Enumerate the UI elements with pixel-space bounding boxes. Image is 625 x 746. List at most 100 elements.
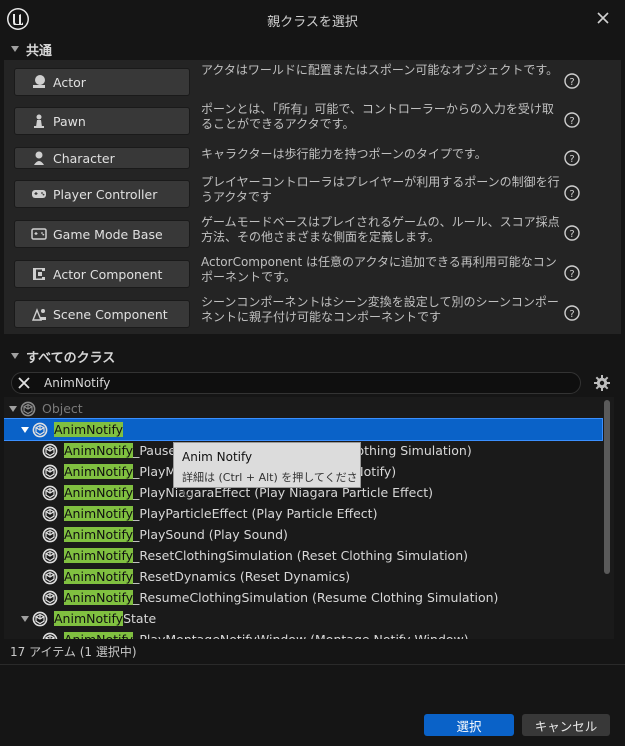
tree-row-suffix: State: [123, 611, 157, 626]
pawn-class-button[interactable]: Pawn: [14, 107, 190, 135]
chevron-down-icon[interactable]: [20, 614, 30, 624]
tree-row-label: Object: [42, 401, 83, 416]
chevron-down-icon[interactable]: [20, 425, 30, 435]
tree-row[interactable]: AnimNotifyState: [4, 608, 602, 629]
help-icon[interactable]: ?: [564, 73, 580, 89]
tree-row-suffix: _ResetClothingSimulation (Reset Clothing…: [133, 548, 469, 563]
help-icon[interactable]: ?: [564, 185, 580, 201]
character-class-label: Character: [53, 150, 115, 166]
svg-text:?: ?: [569, 189, 574, 200]
search-match-highlight: AnimNotify: [64, 506, 134, 521]
actor-description: アクタはワールドに配置またはスポーン可能なオブジェクトです。: [201, 63, 559, 77]
tree-row-label: AnimNotify_PlaySound (Play Sound): [64, 527, 288, 542]
common-classes-panel: Actor アクタはワールドに配置またはスポーン可能なオブジェクトです。 ? P…: [4, 60, 621, 334]
uobject-class-icon: [32, 422, 48, 437]
uobject-class-icon: [42, 464, 58, 479]
actor-component-class-label: Actor Component: [53, 266, 163, 282]
tree-row[interactable]: AnimNotify_PlayParticleEffect (Play Part…: [4, 503, 602, 524]
select-button[interactable]: 選択: [424, 714, 514, 736]
item-count-status: 17 アイテム (1 選択中): [10, 645, 137, 659]
uobject-class-icon: [42, 527, 58, 542]
game-mode-base-description: ゲームモードベースはプレイされるゲームの、ルール、スコア採点方法、その他さまざま…: [201, 215, 560, 244]
uobject-class-icon: [42, 485, 58, 500]
game-mode-base-class-button[interactable]: Game Mode Base: [14, 220, 190, 248]
scene-component-class-label: Scene Component: [53, 306, 168, 322]
uobject-class-icon: [42, 590, 58, 605]
chevron-down-icon: [11, 353, 19, 359]
tree-row-suffix: _PlayMontageNotifyWindow (Montage Notify…: [133, 632, 469, 639]
character-description: キャラクターは歩行能力を持つポーンのタイプです。: [201, 147, 487, 161]
tree-row-suffix: _ResetDynamics (Reset Dynamics): [133, 569, 351, 584]
scene-component-class-button[interactable]: Scene Component: [14, 300, 190, 328]
window-title: 親クラスを選択: [267, 15, 358, 30]
gamepad-icon: [32, 190, 46, 198]
common-class-row-scene-component: Scene Component シーンコンポーネントはシーン変換を設定して別のシ…: [14, 295, 614, 330]
cancel-button[interactable]: キャンセル: [522, 714, 610, 736]
actor-icon: [33, 75, 45, 88]
help-icon[interactable]: ?: [564, 225, 580, 241]
gear-icon[interactable]: [593, 374, 611, 392]
tree-row-label: AnimNotify_PlayMontageNotifyWindow (Mont…: [64, 632, 469, 639]
tree-row-suffix: _PlayParticleEffect (Play Particle Effec…: [133, 506, 378, 521]
search-match-highlight: AnimNotify: [64, 548, 134, 563]
uobject-class-icon: [20, 401, 36, 416]
clear-search-icon[interactable]: [18, 377, 30, 389]
search-match-highlight: AnimNotify: [64, 443, 134, 458]
scene-component-icon: [31, 308, 46, 321]
character-class-button[interactable]: Character: [14, 147, 190, 169]
uobject-class-icon: [42, 569, 58, 584]
search-match-highlight: AnimNotify: [64, 590, 134, 605]
tree-row[interactable]: AnimNotify_ResetClothingSimulation (Rese…: [4, 545, 602, 566]
search-match-highlight: AnimNotify: [54, 611, 124, 626]
player-controller-class-button[interactable]: Player Controller: [14, 180, 190, 208]
actor-component-class-button[interactable]: Actor Component: [14, 260, 190, 288]
help-icon[interactable]: ?: [564, 112, 580, 128]
class-search-box: [11, 372, 581, 394]
search-match-highlight: AnimNotify: [64, 569, 134, 584]
common-section-label: 共通: [26, 43, 53, 59]
tree-scrollbar[interactable]: [604, 400, 610, 574]
pawn-description: ポーンとは、「所有」可能で、コントローラーからの入力を受け取ることができるアクタ…: [201, 102, 554, 131]
tree-row[interactable]: AnimNotify_ResumeClothingSimulation (Res…: [4, 587, 602, 608]
player-controller-class-label: Player Controller: [53, 186, 158, 202]
common-class-row-character: Character キャラクターは歩行能力を持つポーンのタイプです。 ?: [14, 147, 614, 177]
actor-component-icon: [33, 268, 45, 280]
footer-divider: [0, 664, 625, 665]
uobject-class-icon: [32, 611, 48, 626]
actor-class-button[interactable]: Actor: [14, 68, 190, 96]
class-search-input[interactable]: [44, 375, 564, 391]
svg-text:?: ?: [569, 309, 574, 320]
character-icon: [34, 151, 44, 165]
tooltip-title: Anim Notify: [182, 450, 253, 464]
title-bar: 親クラスを選択: [0, 0, 625, 38]
uobject-class-icon: [42, 443, 58, 458]
search-match-highlight: AnimNotify: [64, 632, 134, 639]
game-mode-base-class-label: Game Mode Base: [53, 226, 163, 242]
scene-component-description: シーンコンポーネントはシーン変換を設定して別のシーンコンポーネントに親子付け可能…: [201, 295, 559, 324]
help-icon[interactable]: ?: [564, 150, 580, 166]
tooltip-hint: 詳細は (Ctrl + Alt) を押してください: [182, 471, 358, 500]
pawn-icon: [34, 114, 44, 128]
uobject-class-icon: [42, 632, 58, 639]
search-match-highlight: AnimNotify: [54, 422, 124, 437]
tree-row[interactable]: Object: [4, 398, 602, 419]
tree-row[interactable]: AnimNotify_PlayMontageNotifyWindow (Mont…: [4, 629, 602, 639]
uobject-class-icon: [42, 506, 58, 521]
common-section-header[interactable]: 共通: [0, 38, 625, 60]
close-icon[interactable]: [595, 10, 611, 26]
tree-row[interactable]: AnimNotify: [4, 418, 603, 441]
all-classes-section-header[interactable]: すべてのクラス: [0, 345, 625, 367]
svg-text:?: ?: [569, 229, 574, 240]
svg-text:?: ?: [569, 116, 574, 127]
search-match-highlight: AnimNotify: [64, 464, 134, 479]
help-icon[interactable]: ?: [564, 265, 580, 281]
tree-row[interactable]: AnimNotify_PlaySound (Play Sound): [4, 524, 602, 545]
help-icon[interactable]: ?: [564, 305, 580, 321]
tree-row-suffix: _ResumeClothingSimulation (Resume Clothi…: [133, 590, 499, 605]
search-match-highlight: AnimNotify: [64, 527, 134, 542]
tree-row-label: AnimNotifyState: [54, 611, 156, 626]
chevron-down-icon[interactable]: [8, 404, 18, 414]
tree-row[interactable]: AnimNotify_ResetDynamics (Reset Dynamics…: [4, 566, 602, 587]
tree-row-suffix: _PlaySound (Play Sound): [133, 527, 288, 542]
actor-class-label: Actor: [53, 74, 86, 90]
